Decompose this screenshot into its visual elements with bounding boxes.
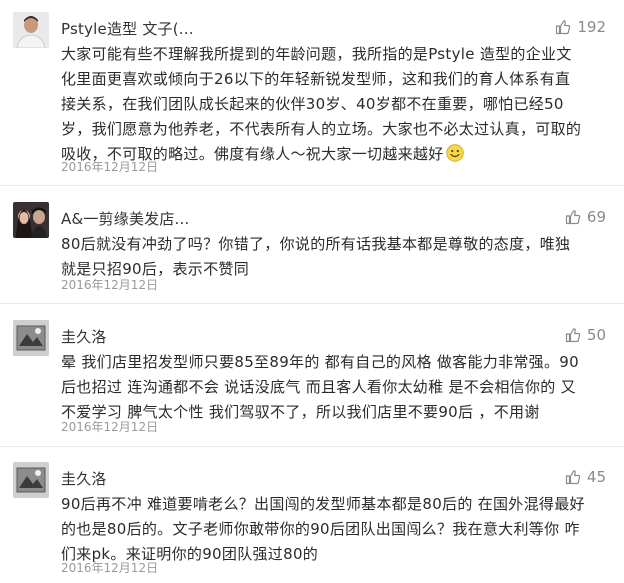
- like-button[interactable]: 192: [555, 18, 606, 36]
- avatar[interactable]: [13, 320, 49, 356]
- avatar-image-icon: [13, 320, 49, 356]
- comment-author[interactable]: A&一剪缘美发店...: [61, 208, 189, 229]
- comment-date: 2016年12月12日: [61, 278, 159, 292]
- avatar[interactable]: [13, 462, 49, 498]
- comment-date: 2016年12月12日: [61, 420, 159, 434]
- divider: [0, 185, 624, 186]
- divider: [0, 446, 624, 447]
- like-count: 69: [586, 208, 606, 226]
- smile-emoji-icon: [445, 144, 464, 162]
- like-button[interactable]: 50: [565, 326, 606, 344]
- avatar-image-icon: [13, 202, 49, 238]
- comment-item: 圭久洛 50 晕 我们店里招发型师只要85至89年的 都有自己的风格 做客能力非…: [0, 320, 624, 445]
- comment-item: Pstyle造型 文子(... 192 大家可能有些不理解我所提到的年龄问题，我…: [0, 12, 624, 187]
- comment-text: 80后就没有冲劲了吗？你错了，你说的所有话我基本都是尊敬的态度，唯独 就是只招9…: [61, 235, 571, 278]
- comment-author[interactable]: Pstyle造型 文子(...: [61, 18, 194, 39]
- comment-author[interactable]: 圭久洛: [61, 468, 107, 489]
- like-count: 192: [577, 18, 606, 36]
- comment-date: 2016年12月12日: [61, 561, 159, 575]
- avatar[interactable]: [13, 12, 49, 48]
- comment-text: 90后再不冲 难道要啃老么？出国闯的发型师基本都是80后的 在国外混得最好 的也…: [61, 495, 585, 563]
- comment-text: 晕 我们店里招发型师只要85至89年的 都有自己的风格 做客能力非常强。90 后…: [61, 353, 579, 421]
- comment-item: 圭久洛 45 90后再不冲 难道要啃老么？出国闯的发型师基本都是80后的 在国外…: [0, 462, 624, 583]
- comment-list: Pstyle造型 文子(... 192 大家可能有些不理解我所提到的年龄问题，我…: [0, 0, 624, 583]
- avatar-image-icon: [13, 462, 49, 498]
- comment-text: 大家可能有些不理解我所提到的年龄问题，我所指的是Pstyle 造型的企业文 化里…: [61, 42, 613, 167]
- thumbs-up-icon: [556, 20, 571, 35]
- comment-date: 2016年12月12日: [61, 160, 159, 174]
- thumbs-up-icon: [565, 210, 581, 225]
- comment-text-content: 大家可能有些不理解我所提到的年龄问题，我所指的是Pstyle 造型的企业文 化里…: [61, 45, 582, 163]
- like-button[interactable]: 69: [565, 208, 606, 226]
- thumbs-up-icon: [565, 470, 581, 485]
- comment-author[interactable]: 圭久洛: [61, 326, 107, 347]
- like-button[interactable]: 45: [565, 468, 606, 486]
- divider: [0, 303, 624, 304]
- like-count: 50: [586, 326, 606, 344]
- thumbs-up-icon: [565, 328, 581, 343]
- avatar-image-icon: [13, 12, 49, 48]
- avatar[interactable]: [13, 202, 49, 238]
- comment-item: A&一剪缘美发店... 69 80后就没有冲劲了吗？你错了，你说的所有话我基本都…: [0, 202, 624, 302]
- like-count: 45: [586, 468, 606, 486]
